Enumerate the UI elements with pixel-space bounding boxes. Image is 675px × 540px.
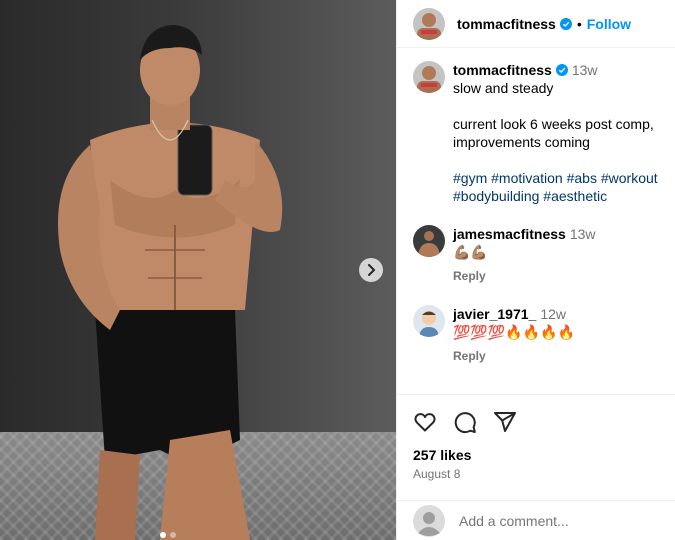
- comment-text: 💪🏽💪🏽: [453, 244, 488, 260]
- comment-username[interactable]: javier_1971_: [453, 306, 536, 322]
- caption-text: slow and steady current look 6 weeks pos…: [453, 80, 654, 150]
- post-date[interactable]: August 8: [413, 467, 659, 481]
- comment-username[interactable]: jamesmacfitness: [453, 226, 566, 242]
- caption-timestamp[interactable]: 13w: [572, 62, 598, 78]
- post-actions: 257 likes August 8: [397, 394, 675, 481]
- chevron-right-icon: [368, 264, 376, 276]
- paper-plane-icon[interactable]: [493, 410, 517, 434]
- carousel-indicator: [160, 532, 176, 538]
- commenter-avatar[interactable]: [413, 225, 445, 257]
- post-details-panel: tommacfitness • Follow tommacfitness 13w …: [396, 0, 675, 540]
- hashtag-link[interactable]: #workout: [601, 170, 658, 186]
- add-comment-input[interactable]: [459, 512, 659, 529]
- post-header: tommacfitness • Follow: [397, 0, 675, 48]
- comment-timestamp[interactable]: 13w: [570, 226, 596, 242]
- carousel-next-button[interactable]: [359, 258, 383, 282]
- follow-button[interactable]: Follow: [587, 16, 631, 32]
- hashtag-link[interactable]: #abs: [567, 170, 597, 186]
- comments-list[interactable]: tommacfitness 13w slow and steady current…: [397, 49, 675, 392]
- hashtag-link[interactable]: #motivation: [491, 170, 563, 186]
- user-avatar-placeholder-icon: [413, 504, 445, 537]
- post-photo[interactable]: [0, 0, 396, 540]
- carousel-dot: [170, 532, 176, 538]
- reply-button[interactable]: Reply: [453, 347, 486, 365]
- hashtag-link[interactable]: #aesthetic: [543, 188, 607, 204]
- hashtag-link[interactable]: #bodybuilding: [453, 188, 539, 204]
- verified-badge-icon: [559, 17, 572, 30]
- author-avatar[interactable]: [413, 7, 445, 40]
- caption: tommacfitness 13w slow and steady current…: [397, 49, 675, 205]
- comment-item: jamesmacfitness 13w 💪🏽💪🏽 Reply: [397, 205, 675, 285]
- caption-author-avatar[interactable]: [413, 61, 445, 93]
- like-count[interactable]: 257 likes: [413, 447, 659, 463]
- commenter-avatar[interactable]: [413, 305, 445, 337]
- separator-dot: •: [576, 15, 582, 32]
- heart-icon[interactable]: [413, 410, 437, 434]
- comment-timestamp[interactable]: 12w: [540, 306, 566, 322]
- hashtag-link[interactable]: #gym: [453, 170, 487, 186]
- caption-username[interactable]: tommacfitness: [453, 62, 552, 78]
- comment-item: javier_1971_ 12w 💯💯💯🔥🔥🔥🔥 Reply: [397, 285, 675, 365]
- verified-badge-icon: [555, 64, 568, 76]
- author-username[interactable]: tommacfitness: [457, 16, 556, 32]
- reply-button[interactable]: Reply: [453, 267, 486, 285]
- comment-text: 💯💯💯🔥🔥🔥🔥: [453, 324, 576, 340]
- bodybuilder-mirror-selfie-image: [58, 25, 283, 540]
- carousel-dot-active: [160, 532, 166, 538]
- comment-bubble-icon[interactable]: [453, 410, 477, 434]
- add-comment-bar: [397, 500, 675, 540]
